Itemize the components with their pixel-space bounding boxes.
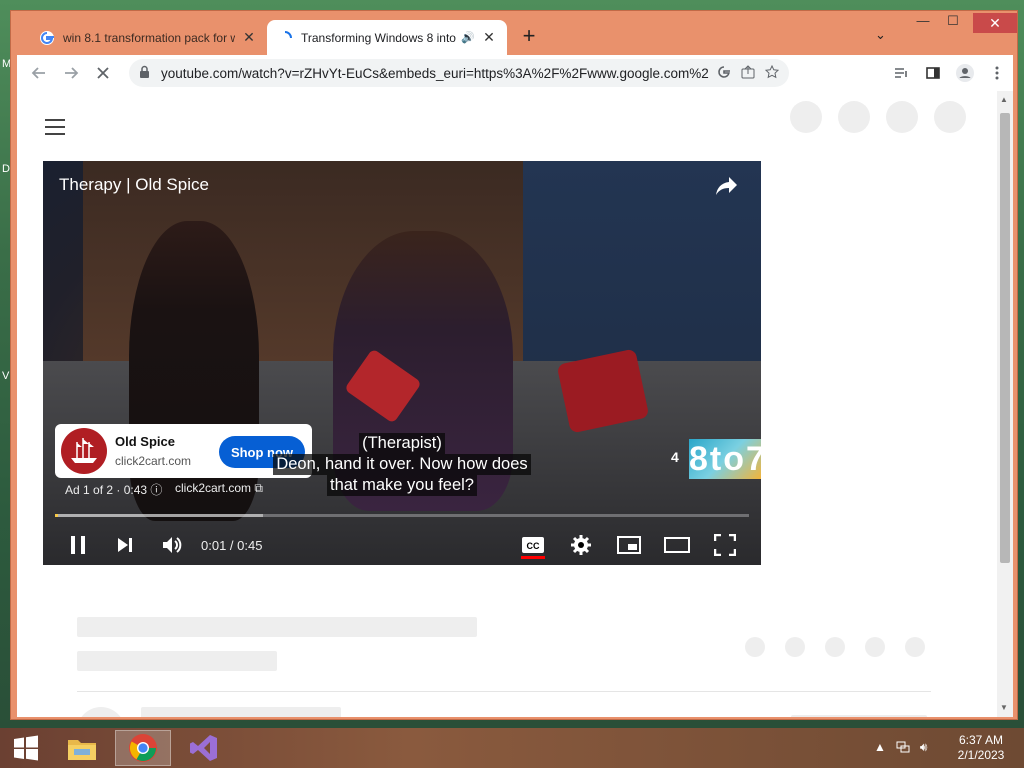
speaker-icon[interactable]: 🔊 <box>461 31 475 44</box>
forward-arrow-icon[interactable] <box>55 57 87 89</box>
close-window-button[interactable]: ✕ <box>973 13 1017 33</box>
tab-title: win 8.1 transformation pack for w <box>63 30 235 45</box>
page-content: Therapy | Old Spice Old Spice click2cart… <box>17 91 1013 717</box>
theater-mode-icon[interactable] <box>662 530 692 560</box>
caption-line: Deon, hand it over. Now how does <box>273 454 531 475</box>
placeholder-channel-bar <box>141 707 341 717</box>
ad-domain: click2cart.com <box>115 454 192 468</box>
share-arrow-icon[interactable] <box>715 175 739 197</box>
progress-bar[interactable] <box>55 514 749 517</box>
video-player[interactable]: Therapy | Old Spice Old Spice click2cart… <box>43 161 761 565</box>
settings-gear-icon[interactable] <box>566 530 596 560</box>
volume-tray-icon[interactable]: 🔊︎ <box>920 740 928 757</box>
tab-title: Transforming Windows 8 into <box>301 30 456 45</box>
tray-expand-icon[interactable]: ▲ <box>874 740 886 757</box>
visual-studio-icon[interactable] <box>178 730 230 766</box>
player-controls: 0:01 / 0:45 CC <box>43 525 761 565</box>
placeholder-avatar <box>77 707 125 717</box>
tab-close-icon[interactable]: ✕ <box>241 29 257 46</box>
clock-time: 6:37 AM <box>958 733 1004 747</box>
maximize-button[interactable]: ☐ <box>939 13 967 33</box>
old-spice-logo <box>61 428 107 474</box>
cc-active-indicator <box>521 556 545 559</box>
media-controls-icon[interactable] <box>885 57 917 89</box>
placeholder-circle <box>838 101 870 133</box>
captions: (Therapist) Deon, hand it over. Now how … <box>263 433 541 496</box>
skip-countdown: 4 <box>671 449 679 465</box>
google-lens-icon[interactable] <box>717 65 731 82</box>
volume-icon[interactable] <box>157 530 187 560</box>
loading-spinner-icon <box>277 30 293 46</box>
video-title[interactable]: Therapy | Old Spice <box>59 175 209 195</box>
placeholder-title-bar <box>77 617 477 637</box>
tab-strip: win 8.1 transformation pack for w ✕ Tran… <box>11 11 1017 55</box>
profile-avatar-icon[interactable] <box>949 57 981 89</box>
share-icon[interactable] <box>741 64 755 82</box>
placeholder-circle <box>790 101 822 133</box>
svg-text:CC: CC <box>527 541 540 551</box>
fullscreen-icon[interactable] <box>710 530 740 560</box>
file-explorer-icon[interactable] <box>56 730 108 766</box>
minimize-button[interactable]: — <box>909 13 937 33</box>
played-fill <box>55 514 59 517</box>
pause-icon[interactable] <box>63 530 93 560</box>
system-tray: ▲ 🔊︎ <box>874 740 927 757</box>
placeholder-action <box>865 637 885 657</box>
side-panel-icon[interactable] <box>917 57 949 89</box>
skip-preview-thumbnail[interactable]: 8to7 <box>689 439 761 479</box>
stop-loading-icon[interactable] <box>87 57 119 89</box>
hamburger-menu-icon[interactable] <box>45 119 65 140</box>
chrome-taskbar-icon[interactable] <box>115 730 171 766</box>
kebab-menu-icon[interactable] <box>981 57 1013 89</box>
back-arrow-icon[interactable] <box>23 57 55 89</box>
tab-search-button[interactable]: ⌄ <box>875 27 886 43</box>
tab-youtube[interactable]: Transforming Windows 8 into 🔊 ✕ <box>267 20 507 55</box>
network-icon[interactable] <box>896 740 910 757</box>
desktop-edge-text: D <box>2 163 10 175</box>
ad-info-link[interactable]: click2cart.com ⧉ <box>175 481 263 496</box>
miniplayer-icon[interactable] <box>614 530 644 560</box>
placeholder-circle <box>886 101 918 133</box>
url-text: youtube.com/watch?v=rZHvYt-EuCs&embeds_e… <box>161 65 709 81</box>
address-bar[interactable]: youtube.com/watch?v=rZHvYt-EuCs&embeds_e… <box>129 59 789 87</box>
start-button[interactable] <box>0 730 52 766</box>
next-icon[interactable] <box>110 530 140 560</box>
taskbar: ▲ 🔊︎ 6:37 AM 2/1/2023 <box>0 728 1024 768</box>
scrollbar-thumb[interactable] <box>1000 113 1010 563</box>
placeholder-button-bar <box>791 715 927 717</box>
bookmark-star-icon[interactable] <box>764 64 780 82</box>
divider <box>77 691 931 692</box>
desktop-edge-text: V <box>2 370 10 382</box>
placeholder-action <box>905 637 925 657</box>
clock-date: 2/1/2023 <box>957 748 1005 762</box>
placeholder-action <box>825 637 845 657</box>
clock[interactable]: 6:37 AM 2/1/2023 <box>948 733 1014 763</box>
ad-advertiser-name: Old Spice <box>115 434 175 449</box>
buffered-fill <box>55 514 264 517</box>
placeholder-action <box>785 637 805 657</box>
time-display: 0:01 / 0:45 <box>201 538 263 553</box>
new-tab-button[interactable]: + <box>517 25 541 49</box>
placeholder-action <box>745 637 765 657</box>
caption-line: (Therapist) <box>359 433 445 454</box>
tab-close-icon[interactable]: ✕ <box>481 29 497 46</box>
placeholder-subtitle-bar <box>77 651 277 671</box>
placeholder-circle <box>934 101 966 133</box>
tab-google-search[interactable]: win 8.1 transformation pack for w ✕ <box>29 20 267 55</box>
page-scrollbar[interactable]: ▲ ▼ <box>997 91 1013 717</box>
scroll-up-icon[interactable]: ▲ <box>1000 95 1008 104</box>
browser-toolbar: youtube.com/watch?v=rZHvYt-EuCs&embeds_e… <box>17 55 1013 91</box>
browser-window: win 8.1 transformation pack for w ✕ Tran… <box>10 10 1018 720</box>
scroll-down-icon[interactable]: ▼ <box>1000 703 1008 712</box>
google-favicon-icon <box>39 30 55 46</box>
lock-icon <box>139 65 153 81</box>
ad-info-text[interactable]: Ad 1 of 2 · 0:43 ⓘ <box>65 481 162 498</box>
caption-line: that make you feel? <box>326 475 477 496</box>
